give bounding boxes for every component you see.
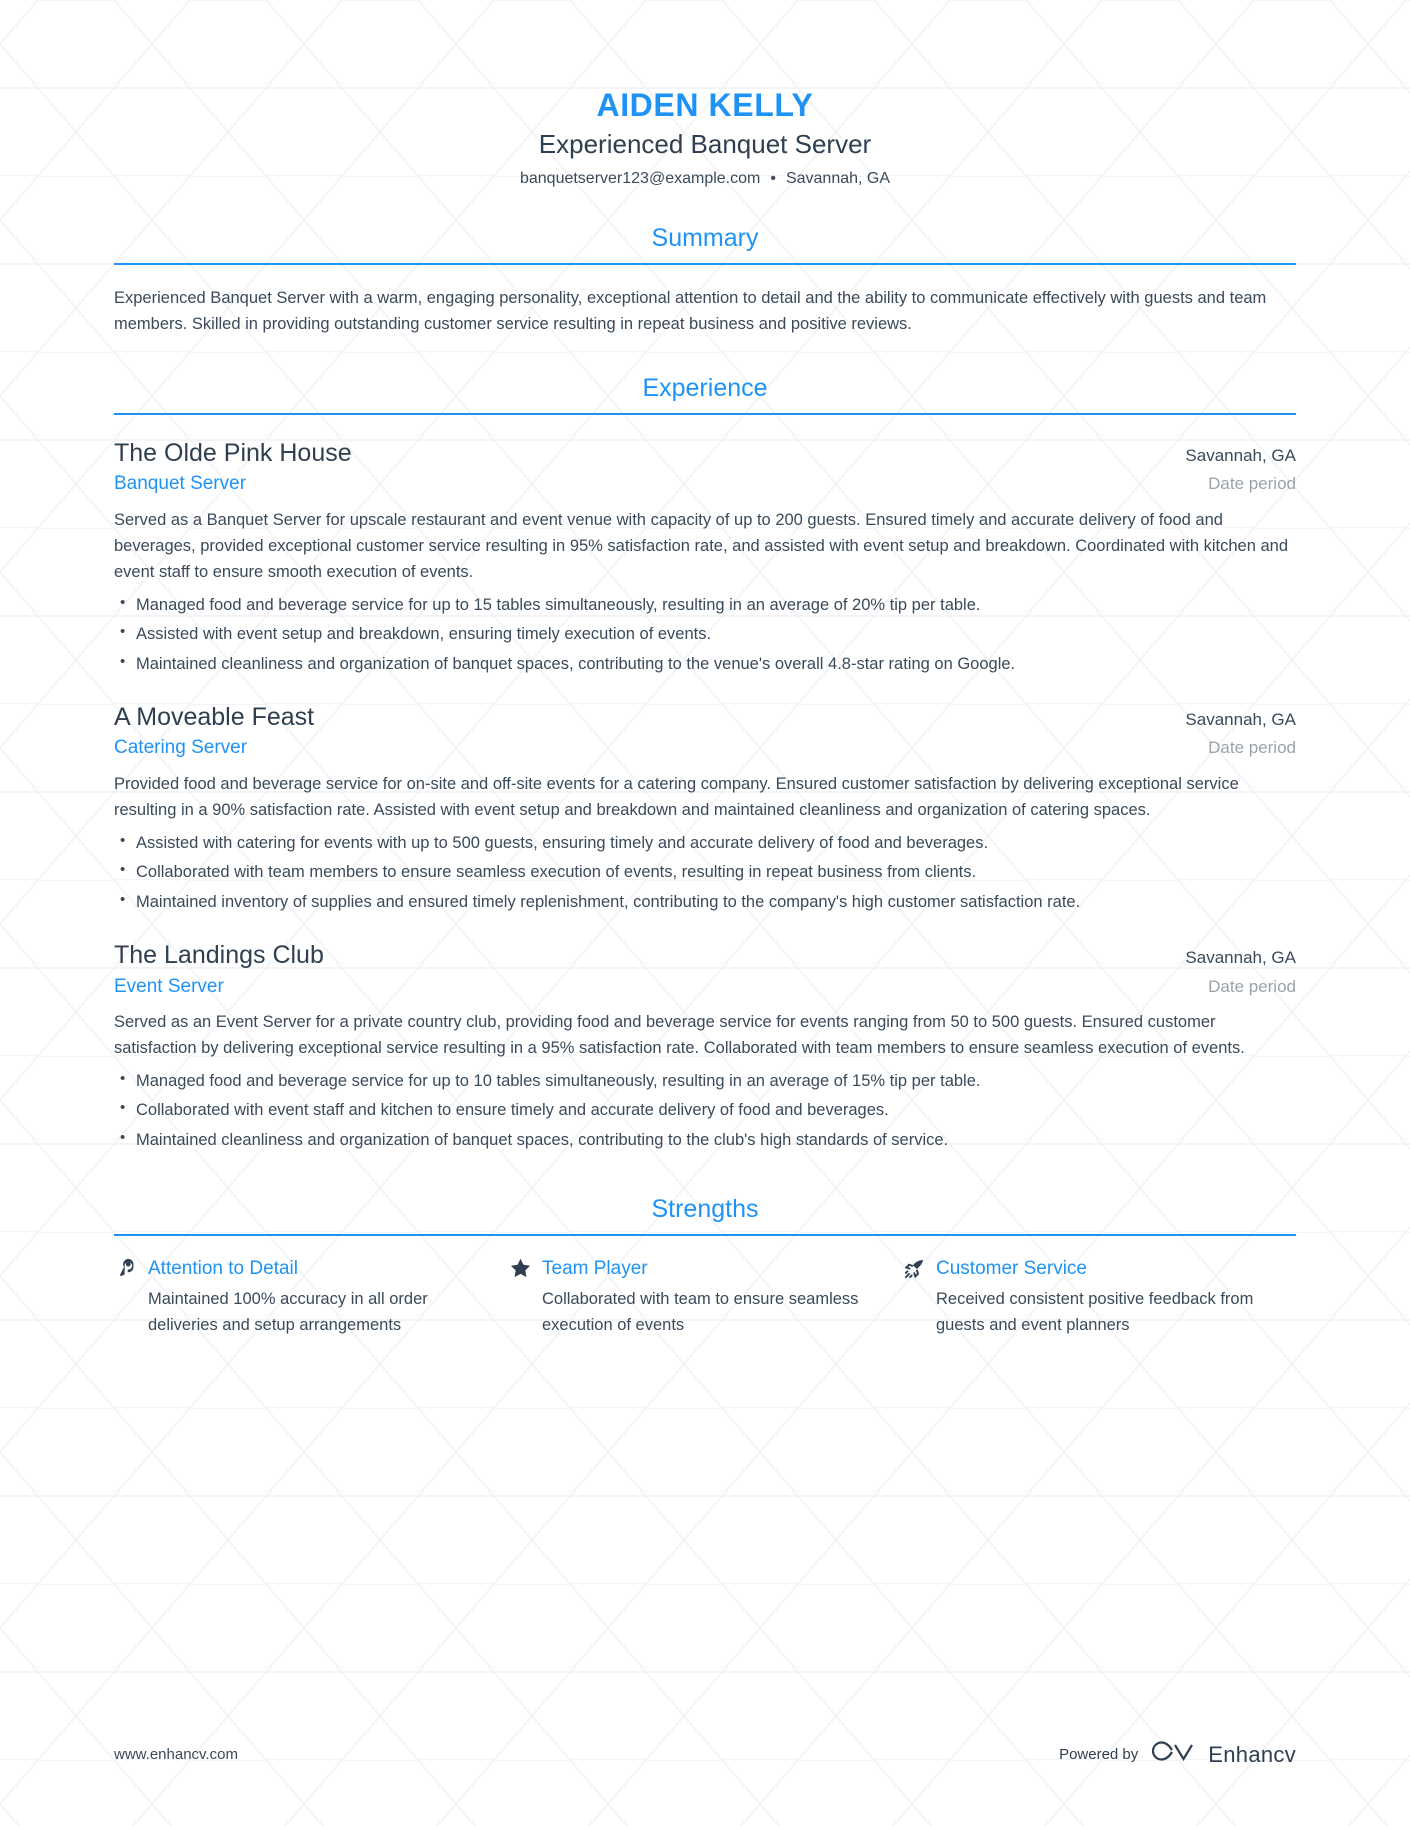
contact-location: Savannah, GA [785, 170, 891, 188]
rocket-icon [902, 1256, 926, 1280]
section-title-summary: Summary [651, 224, 759, 253]
experience-bullet-list: Managed food and beverage service for up… [114, 591, 1296, 677]
experience-role: Banquet Server [114, 473, 247, 495]
strength-header: Customer Service [902, 1256, 1258, 1282]
experience-description: Served as an Event Server for a private … [114, 1013, 1245, 1058]
strength-header: Attention to Detail [114, 1256, 470, 1282]
section-divider [114, 412, 1296, 415]
section-summary: Summary Experienced Banquet Server with … [114, 222, 1296, 338]
experience-entry: The Landings Club Savannah, GA Event Ser… [114, 939, 1296, 1153]
strength-description: Collaborated with team to ensure seamles… [542, 1290, 859, 1334]
strength-description: Maintained 100% accuracy in all order de… [148, 1290, 428, 1334]
footer-branding: Powered by Enhancv [1059, 1739, 1296, 1770]
star-icon [508, 1256, 532, 1280]
section-divider [114, 262, 1296, 265]
experience-date: Date period [1208, 474, 1296, 494]
resume-page: AIDEN KELLY Experienced Banquet Server b… [0, 0, 1410, 1826]
list-item: Collaborated with event staff and kitche… [114, 1096, 1296, 1123]
list-item: Maintained inventory of supplies and ens… [114, 888, 1296, 915]
experience-entry-subheader: Banquet Server Date period [114, 471, 1296, 498]
list-item: Assisted with catering for events with u… [114, 829, 1296, 856]
section-experience: Experience The Olde Pink House Savannah,… [114, 372, 1296, 1153]
list-item: Collaborated with team members to ensure… [114, 858, 1296, 885]
experience-entry-header: The Olde Pink House Savannah, GA [114, 437, 1296, 470]
strength-name: Attention to Detail [148, 1257, 298, 1279]
strength-description: Received consistent positive feedback fr… [936, 1290, 1254, 1334]
contact-line: banquetserver123@example.com • Savannah, G… [114, 170, 1296, 188]
experience-entry-header: A Moveable Feast Savannah, GA [114, 701, 1296, 734]
experience-company: The Landings Club [114, 941, 324, 969]
resume-header: AIDEN KELLY Experienced Banquet Server b… [114, 0, 1296, 188]
experience-company: A Moveable Feast [114, 702, 315, 731]
experience-description: Provided food and beverage service for o… [114, 775, 1239, 820]
strength-card: Customer Service Received consistent pos… [902, 1256, 1296, 1339]
experience-bullet-list: Assisted with catering for events with u… [114, 829, 1296, 915]
header-job-title: Experienced Banquet Server [538, 129, 872, 160]
magnifier-head-icon [114, 1256, 138, 1280]
page-footer: www.enhancv.com Powered by Enhancv [114, 1739, 1296, 1770]
enhancv-infinity-logo [1150, 1739, 1196, 1770]
experience-company: The Olde Pink House [114, 438, 352, 467]
footer-website-url[interactable]: www.enhancv.com [114, 1746, 238, 1763]
powered-by-label: Powered by [1059, 1746, 1139, 1763]
experience-role: Catering Server [114, 737, 248, 759]
contact-email[interactable]: banquetserver123@example.com [520, 170, 760, 187]
strengths-grid: Attention to Detail Maintained 100% accu… [114, 1256, 1296, 1339]
list-item: Assisted with event setup and breakdown,… [114, 620, 1296, 647]
section-title-strengths: Strengths [651, 1195, 759, 1224]
experience-location: Savannah, GA [1185, 948, 1296, 967]
summary-text: Experienced Banquet Server with a warm, … [114, 288, 1267, 334]
contact-separator: • [770, 170, 776, 188]
strength-card: Attention to Detail Maintained 100% accu… [114, 1256, 508, 1339]
strength-header: Team Player [508, 1256, 864, 1282]
list-item: Maintained cleanliness and organization … [114, 1126, 1296, 1153]
list-item: Managed food and beverage service for up… [114, 1067, 1296, 1094]
experience-description: Served as a Banquet Server for upscale r… [114, 510, 1289, 582]
strength-name: Customer Service [936, 1257, 1087, 1279]
experience-location: Savannah, GA [1185, 445, 1296, 465]
section-title-experience: Experience [642, 374, 768, 403]
experience-bullet-list: Managed food and beverage service for up… [114, 1067, 1296, 1153]
experience-entry-subheader: Event Server Date period [114, 974, 1296, 1001]
experience-entry: The Olde Pink House Savannah, GA Banquet… [114, 437, 1296, 677]
page-title: AIDEN KELLY [596, 87, 814, 123]
enhancv-wordmark: Enhancv [1208, 1741, 1296, 1767]
experience-entry: A Moveable Feast Savannah, GA Catering S… [114, 701, 1296, 915]
list-item: Managed food and beverage service for up… [114, 591, 1296, 618]
experience-date: Date period [1208, 738, 1296, 758]
list-item: Maintained cleanliness and organization … [114, 650, 1296, 677]
experience-entry-header: The Landings Club Savannah, GA [114, 939, 1296, 972]
strength-name: Team Player [542, 1257, 648, 1279]
experience-location: Savannah, GA [1185, 709, 1296, 729]
section-divider [114, 1233, 1296, 1236]
strength-card: Team Player Collaborated with team to en… [508, 1256, 902, 1339]
experience-entry-subheader: Catering Server Date period [114, 735, 1296, 762]
experience-date: Date period [1208, 976, 1296, 996]
experience-role: Event Server [114, 975, 224, 997]
section-strengths: Strengths Attention to Detail Maintained [114, 1193, 1296, 1338]
